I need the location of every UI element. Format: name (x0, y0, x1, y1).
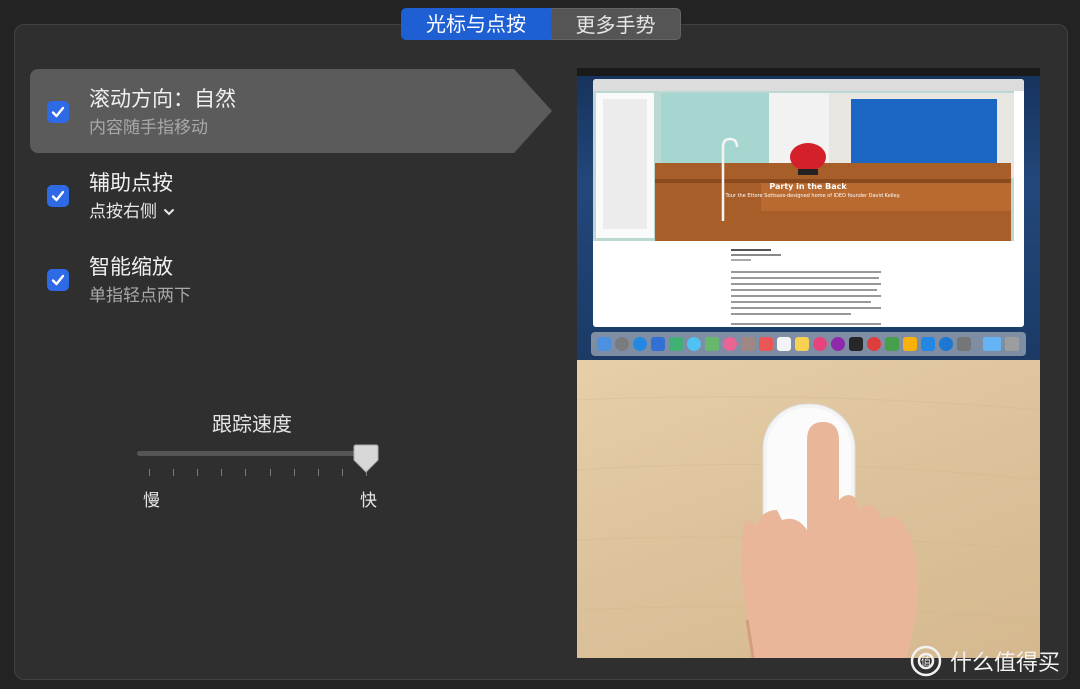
preview-mac-screen: Party in the Back Tour the Ettore Sottsa… (577, 68, 1040, 360)
preview-desk-with-mouse (577, 360, 1040, 658)
tab-point-and-click[interactable]: 光标与点按 (401, 8, 551, 40)
slider-tick (197, 469, 199, 476)
gesture-preview-image: Party in the Back Tour the Ettore Sottsa… (577, 68, 1040, 658)
option-title: 智能缩放 (89, 255, 173, 279)
preview-safari-window: Party in the Back Tour the Ettore Sottsa… (593, 79, 1024, 327)
checkmark-icon (51, 274, 65, 286)
slider-tick (221, 469, 223, 476)
secondary-click-dropdown[interactable]: 点按右侧 (89, 197, 175, 222)
preview-article-subtitle: Tour the Ettore Sottsass-designed home o… (725, 193, 901, 199)
tracking-speed-slider-thumb[interactable] (352, 444, 380, 478)
checkmark-icon (51, 106, 65, 118)
option-secondary-click[interactable]: 辅助点按 点按右侧 (30, 153, 520, 237)
scroll-direction-checkbox[interactable] (47, 101, 69, 123)
slider-tick (341, 469, 343, 476)
slider-tick (245, 469, 247, 476)
slider-tick (173, 469, 175, 476)
preview-safari-toolbar (593, 79, 1024, 91)
option-smart-zoom[interactable]: 智能缩放 单指轻点两下 (30, 237, 520, 321)
slider-tick (293, 469, 295, 476)
slider-tick (317, 469, 319, 476)
tab-more-gestures[interactable]: 更多手势 (551, 8, 681, 40)
preview-article-hero (593, 91, 1014, 241)
preview-menubar (577, 68, 1040, 76)
tracking-speed-slider-track[interactable] (137, 451, 369, 456)
svg-text:值: 值 (921, 655, 931, 668)
chevron-down-icon (163, 202, 175, 222)
option-subtitle: 单指轻点两下 (89, 286, 191, 306)
smzdm-logo-icon: 值 (910, 645, 942, 677)
tab-bar: 光标与点按 更多手势 (401, 8, 681, 40)
option-title: 辅助点按 (89, 171, 173, 195)
dropdown-value: 点按右侧 (89, 202, 157, 222)
tracking-speed-label: 跟踪速度 (212, 412, 292, 436)
watermark-text: 什么值得买 (950, 651, 1061, 676)
smart-zoom-checkbox[interactable] (47, 269, 69, 291)
slider-tick (269, 469, 271, 476)
option-subtitle: 内容随手指移动 (89, 118, 208, 138)
secondary-click-checkbox[interactable] (47, 185, 69, 207)
checkmark-icon (51, 190, 65, 202)
option-title: 滚动方向：自然 (89, 87, 236, 111)
preview-article-body (731, 249, 881, 327)
option-scroll-direction[interactable]: 滚动方向：自然 内容随手指移动 (30, 69, 552, 153)
preview-dock (591, 332, 1026, 356)
slider-min-label: 慢 (143, 491, 160, 511)
slider-max-label: 快 (360, 491, 377, 511)
preview-article-title: Party in the Back (769, 182, 847, 191)
watermark: 值 什么值得买 (910, 645, 1060, 677)
slider-tick (149, 469, 150, 476)
